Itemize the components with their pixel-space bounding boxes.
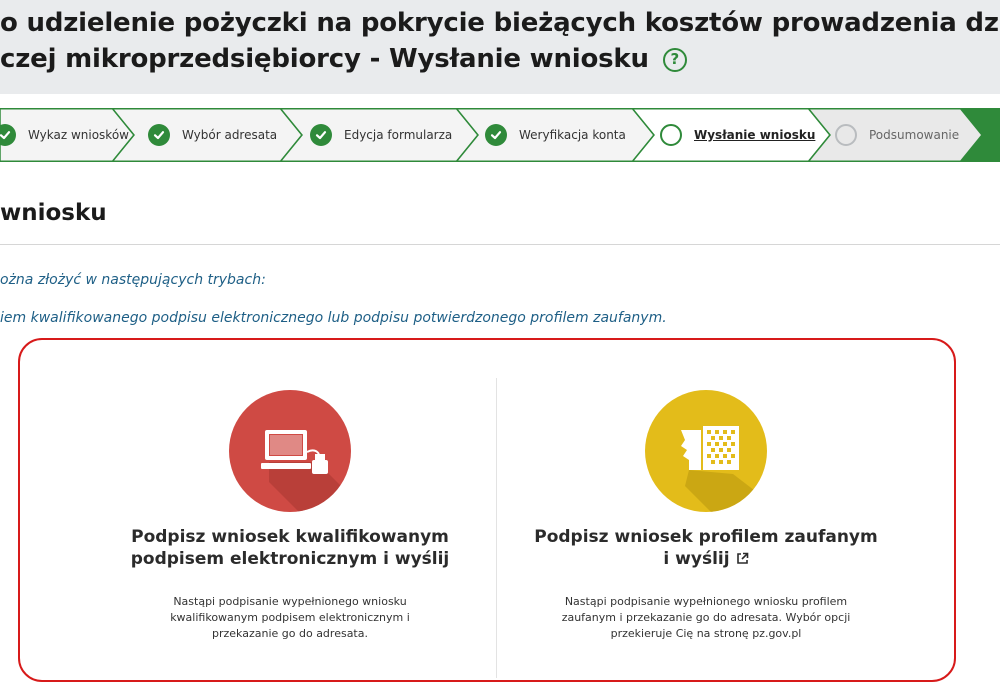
step-edycja-formularza[interactable]: Edycja formularza	[310, 108, 452, 162]
page-header: o udzielenie pożyczki na pokrycie bieżąc…	[0, 0, 1000, 94]
option-description: Nastąpi podpisanie wypełnionego wniosku …	[561, 595, 851, 640]
step-label: Edycja formularza	[344, 128, 453, 142]
help-icon[interactable]: ?	[662, 48, 687, 72]
external-link-icon	[736, 552, 748, 564]
check-icon	[0, 124, 16, 146]
check-icon	[310, 124, 332, 146]
option-title[interactable]: Podpisz wniosek profilem zaufanym i wyśl…	[476, 526, 936, 570]
step-label: Wykaz wniosków	[28, 128, 129, 142]
option-qualified-signature[interactable]: Podpisz wniosek kwalifikowanym podpisem …	[60, 390, 520, 642]
step-label: Wysłanie wniosku	[694, 128, 816, 142]
step-wykaz-wnioskow[interactable]: Wykaz wniosków	[0, 108, 129, 162]
option-trusted-profile[interactable]: Podpisz wniosek profilem zaufanym i wyśl…	[476, 390, 936, 642]
page-title-line2: czej mikroprzedsiębiorcy - Wysłanie wnio…	[0, 44, 687, 74]
pending-step-icon	[835, 124, 857, 146]
option-description: Nastąpi podpisanie wypełnionego wniosku …	[170, 595, 410, 640]
step-label: Wybór adresata	[182, 128, 278, 142]
option-title[interactable]: Podpisz wniosek kwalifikowanym podpisem …	[60, 526, 520, 570]
check-icon	[485, 124, 507, 146]
step-podsumowanie: Podsumowanie	[835, 108, 959, 162]
page-title-line1: o udzielenie pożyczki na pokrycie bieżąc…	[0, 8, 1000, 38]
step-wyslanie-wniosku[interactable]: Wysłanie wniosku	[660, 108, 815, 162]
section-divider	[0, 244, 1000, 245]
current-step-icon	[660, 124, 682, 146]
step-wybor-adresata[interactable]: Wybór adresata	[148, 108, 277, 162]
info-text-modes: ożna złożyć w następujących trybach:	[0, 272, 266, 288]
section-title: wniosku	[0, 200, 107, 226]
step-label: Podsumowanie	[869, 128, 960, 142]
info-text-signature: iem kwalifikowanego podpisu elektroniczn…	[0, 310, 667, 326]
step-label: Weryfikacja konta	[519, 128, 626, 142]
step-weryfikacja-konta[interactable]: Weryfikacja konta	[485, 108, 626, 162]
check-icon	[148, 124, 170, 146]
computer-signature-icon	[229, 390, 351, 512]
progress-stepper: Wykaz wniosków Wybór adresata Edycja for…	[0, 108, 1000, 162]
trusted-profile-icon	[645, 390, 767, 512]
